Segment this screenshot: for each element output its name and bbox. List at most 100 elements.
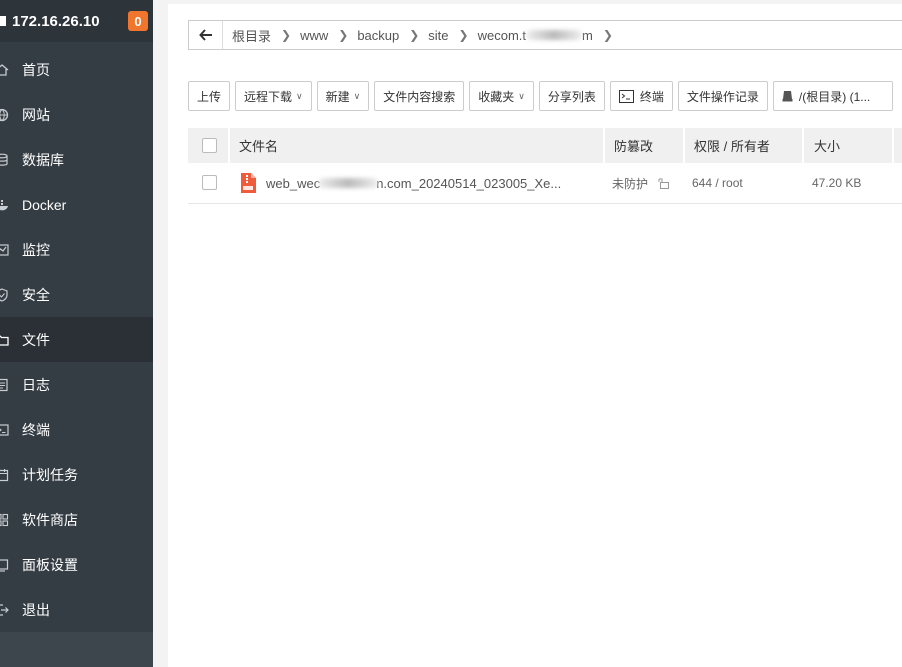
breadcrumb-item-www[interactable]: www ❯ xyxy=(291,28,348,43)
row-checkbox[interactable] xyxy=(202,175,217,190)
chevron-right-icon: ❯ xyxy=(602,28,613,42)
sidebar-item-logs[interactable]: 日志 xyxy=(0,362,153,407)
sidebar-item-terminal[interactable]: 终端 xyxy=(0,407,153,452)
sidebar-item-website[interactable]: 网站 xyxy=(0,92,153,137)
column-header-name[interactable]: 文件名 xyxy=(239,128,278,163)
operation-log-button[interactable]: 文件操作记录 xyxy=(677,81,768,111)
sidebar-item-label: Docker xyxy=(22,196,67,213)
sidebar-item-files[interactable]: 文件 xyxy=(0,317,153,362)
sidebar-item-label: 首页 xyxy=(22,61,50,78)
redacted-text xyxy=(526,30,582,40)
file-table: 文件名 防篡改 权限 / 所有者 大小 web_wec n.com_2024051… xyxy=(188,128,902,204)
log-icon xyxy=(0,378,9,392)
file-name-suffix: n.com_20240514_023005_Xe... xyxy=(376,175,562,191)
sidebar-footer xyxy=(0,632,153,667)
chevron-right-icon: ❯ xyxy=(281,28,292,42)
chevron-right-icon: ❯ xyxy=(409,28,420,42)
size-cell: 47.20 KB xyxy=(812,176,862,190)
sidebar-item-label: 计划任务 xyxy=(22,466,78,483)
table-row[interactable]: web_wec n.com_20240514_023005_Xe... 未防护 6… xyxy=(188,163,902,204)
notification-badge[interactable]: 0 xyxy=(128,11,148,31)
terminal-icon xyxy=(618,89,634,103)
sidebar-item-label: 日志 xyxy=(22,376,50,393)
chevron-down-icon: ∨ xyxy=(353,90,361,101)
docker-icon xyxy=(0,198,9,212)
file-name-cell[interactable]: web_wec n.com_20240514_023005_Xe... xyxy=(240,163,561,203)
sidebar-item-database[interactable]: 数据库 xyxy=(0,137,153,182)
content-search-button[interactable]: 文件内容搜索 xyxy=(374,81,465,111)
file-toolbar: 上传 远程下载 ∨ 新建 ∨ 文件内容搜索 收藏夹 ∨ 分享列表 终端 文件操作记录 … xyxy=(188,81,893,112)
permission-cell[interactable]: 644 / root xyxy=(692,163,743,203)
settings-icon xyxy=(0,558,9,572)
column-divider xyxy=(603,128,605,163)
database-icon xyxy=(0,153,9,167)
sidebar-item-label: 文件 xyxy=(22,331,50,348)
redacted-text xyxy=(318,178,379,188)
chevron-right-icon: ❯ xyxy=(458,28,469,42)
terminal-icon xyxy=(0,423,9,437)
sidebar-item-logout[interactable]: 退出 xyxy=(0,587,153,632)
breadcrumb: 根目录 ❯ www ❯ backup ❯ site ❯ wecom.t m ❯ xyxy=(188,20,902,50)
table-header: 文件名 防篡改 权限 / 所有者 大小 xyxy=(188,128,902,163)
share-list-button[interactable]: 分享列表 xyxy=(538,81,605,111)
server-ip: 172.16.26.10 xyxy=(12,12,100,30)
back-button[interactable] xyxy=(189,21,223,49)
breadcrumb-item-site[interactable]: site ❯ xyxy=(419,28,468,43)
remote-download-button[interactable]: 远程下载 ∨ xyxy=(235,81,312,111)
file-name-prefix: web_wec xyxy=(266,175,321,191)
column-header-permission[interactable]: 权限 / 所有者 xyxy=(694,128,770,163)
favorites-button[interactable]: 收藏夹 ∨ xyxy=(469,81,534,111)
disk-path-button[interactable]: /(根目录) (1... xyxy=(772,81,893,111)
sidebar-item-label: 终端 xyxy=(22,421,50,438)
sidebar-item-label: 监控 xyxy=(22,241,50,258)
column-header-size[interactable]: 大小 xyxy=(814,128,840,163)
new-button[interactable]: 新建 ∨ xyxy=(316,81,370,111)
arrow-left-icon xyxy=(198,29,212,41)
sidebar-item-label: 数据库 xyxy=(22,151,64,168)
sidebar-item-home[interactable]: 首页 xyxy=(0,47,153,92)
disk-icon xyxy=(782,90,793,102)
breadcrumb-item-backup[interactable]: backup ❯ xyxy=(348,28,419,43)
breadcrumb-item-wecom[interactable]: wecom.t m ❯ xyxy=(469,28,613,43)
logout-icon xyxy=(0,603,9,617)
server-header: 172.16.26.10 0 xyxy=(0,0,153,42)
sidebar: 172.16.26.10 0 首页 网站 数据库 Docker 监控 安全 文件… xyxy=(0,0,153,667)
sidebar-item-cron[interactable]: 计划任务 xyxy=(0,452,153,497)
upload-button[interactable]: 上传 xyxy=(188,81,231,111)
shield-icon xyxy=(0,287,9,302)
sidebar-item-docker[interactable]: Docker xyxy=(0,182,153,227)
column-header-tamper[interactable]: 防篡改 xyxy=(614,128,653,163)
zip-file-icon xyxy=(241,173,256,193)
tamper-cell[interactable]: 未防护 xyxy=(612,163,670,203)
sidebar-item-security[interactable]: 安全 xyxy=(0,272,153,317)
sidebar-item-label: 面板设置 xyxy=(22,556,78,573)
sidebar-item-panel-settings[interactable]: 面板设置 xyxy=(0,542,153,587)
monitor-icon xyxy=(0,243,9,257)
calendar-icon xyxy=(0,468,9,482)
home-icon xyxy=(0,63,9,77)
server-icon xyxy=(0,13,6,29)
sidebar-item-label: 退出 xyxy=(22,601,50,618)
column-divider xyxy=(892,128,894,163)
sidebar-item-monitor[interactable]: 监控 xyxy=(0,227,153,272)
unlock-icon xyxy=(658,178,670,189)
breadcrumb-item-root[interactable]: 根目录 ❯ xyxy=(223,26,291,45)
sidebar-item-label: 软件商店 xyxy=(22,511,78,528)
sidebar-item-label: 安全 xyxy=(22,286,50,303)
sidebar-nav: 首页 网站 数据库 Docker 监控 安全 文件 日志 终端 计划任务 软件商… xyxy=(0,42,153,632)
globe-icon xyxy=(0,108,9,122)
chevron-down-icon: ∨ xyxy=(518,90,525,101)
apps-icon xyxy=(0,513,9,527)
column-divider xyxy=(228,128,230,163)
folder-icon xyxy=(0,333,9,347)
terminal-button[interactable]: 终端 xyxy=(609,81,673,111)
file-manager-panel: 根目录 ❯ www ❯ backup ❯ site ❯ wecom.t m ❯ 上传 远程下… xyxy=(168,4,902,667)
sidebar-item-label: 网站 xyxy=(22,106,50,123)
sidebar-item-app-store[interactable]: 软件商店 xyxy=(0,497,153,542)
chevron-down-icon: ∨ xyxy=(296,90,303,101)
column-divider xyxy=(683,128,685,163)
select-all-checkbox[interactable] xyxy=(202,138,217,153)
tamper-status: 未防护 xyxy=(612,176,649,191)
chevron-right-icon: ❯ xyxy=(338,28,349,42)
column-divider xyxy=(802,128,804,163)
